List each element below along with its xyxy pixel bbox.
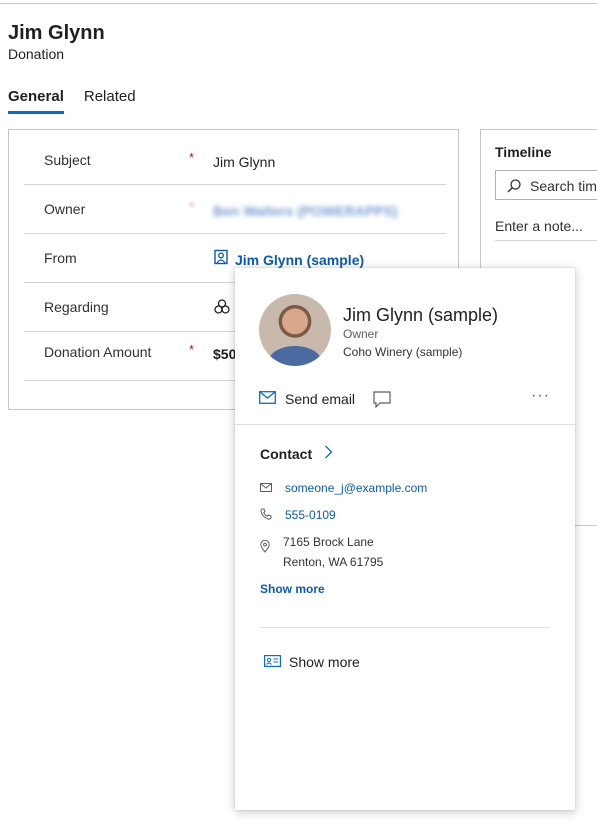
field-label: Donation Amount <box>44 344 152 360</box>
note-divider <box>495 240 597 241</box>
show-more-button[interactable]: Show more <box>264 654 360 670</box>
field-owner[interactable]: Owner * Ben Walters (POWERAPPS) <box>24 185 446 234</box>
contact-section-title: Contact <box>260 445 313 462</box>
mail-icon <box>259 391 276 407</box>
location-pin-icon <box>260 536 270 556</box>
field-label: Regarding <box>44 299 109 315</box>
from-contact-link[interactable]: Jim Glynn (sample) <box>235 252 364 268</box>
top-border <box>0 3 597 4</box>
tab-related[interactable]: Related <box>84 88 136 114</box>
note-input[interactable]: Enter a note... <box>495 218 583 234</box>
phone-line: 555-0109 <box>260 508 336 523</box>
address-text: 7165 Brock Lane Renton, WA 61795 <box>283 532 383 572</box>
divider <box>260 627 550 628</box>
show-more-contact-link[interactable]: Show more <box>260 582 325 596</box>
email-link[interactable]: someone_j@example.com <box>285 481 427 495</box>
show-more-label: Show more <box>289 654 360 670</box>
regarding-icon <box>213 298 231 321</box>
contact-section-link[interactable]: Contact <box>260 445 333 462</box>
chat-button[interactable] <box>373 391 391 413</box>
email-line: someone_j@example.com <box>260 481 427 495</box>
avatar <box>259 294 331 366</box>
tab-general[interactable]: General <box>8 88 64 114</box>
contact-company: Coho Winery (sample) <box>343 345 463 359</box>
chat-icon <box>373 391 391 412</box>
mail-icon <box>260 481 272 495</box>
required-marker: * <box>189 199 195 214</box>
tab-bar: General Related <box>8 88 136 114</box>
page-subtitle: Donation <box>8 46 65 62</box>
contact-icon <box>213 249 229 270</box>
contact-card-popup: Jim Glynn (sample) Owner Coho Winery (sa… <box>235 268 575 810</box>
field-label: Owner <box>44 201 86 217</box>
address-line: 7165 Brock Lane Renton, WA 61795 <box>260 535 383 572</box>
field-subject[interactable]: Subject * Jim Glynn <box>24 136 446 185</box>
divider <box>235 424 575 425</box>
send-email-button[interactable]: Send email <box>259 391 355 407</box>
contact-role: Owner <box>343 327 379 341</box>
send-email-label: Send email <box>285 391 356 407</box>
required-marker: * <box>189 342 195 357</box>
donation-amount-value[interactable]: $50 <box>213 346 236 362</box>
owner-value[interactable]: Ben Walters (POWERAPPS) <box>213 203 398 219</box>
address-line-1: 7165 Brock Lane <box>283 535 374 549</box>
chevron-right-icon <box>324 445 333 462</box>
search-placeholder: Search timeline <box>530 178 597 194</box>
address-line-2: Renton, WA 61795 <box>283 555 384 569</box>
contact-name: Jim Glynn (sample) <box>343 305 499 325</box>
field-label: From <box>44 250 77 266</box>
phone-icon <box>260 508 272 523</box>
page-title: Jim Glynn <box>8 22 105 44</box>
phone-link[interactable]: 555-0109 <box>285 508 336 522</box>
contact-card-icon <box>264 654 282 670</box>
search-icon <box>506 178 522 199</box>
timeline-search-input[interactable]: Search timeline <box>495 170 597 200</box>
field-label: Subject <box>44 152 91 168</box>
timeline-title: Timeline <box>495 144 552 160</box>
contact-actions: Send email ··· <box>259 387 549 413</box>
more-options-button[interactable]: ··· <box>531 387 550 405</box>
required-marker: * <box>189 150 195 165</box>
subject-value[interactable]: Jim Glynn <box>213 154 275 170</box>
